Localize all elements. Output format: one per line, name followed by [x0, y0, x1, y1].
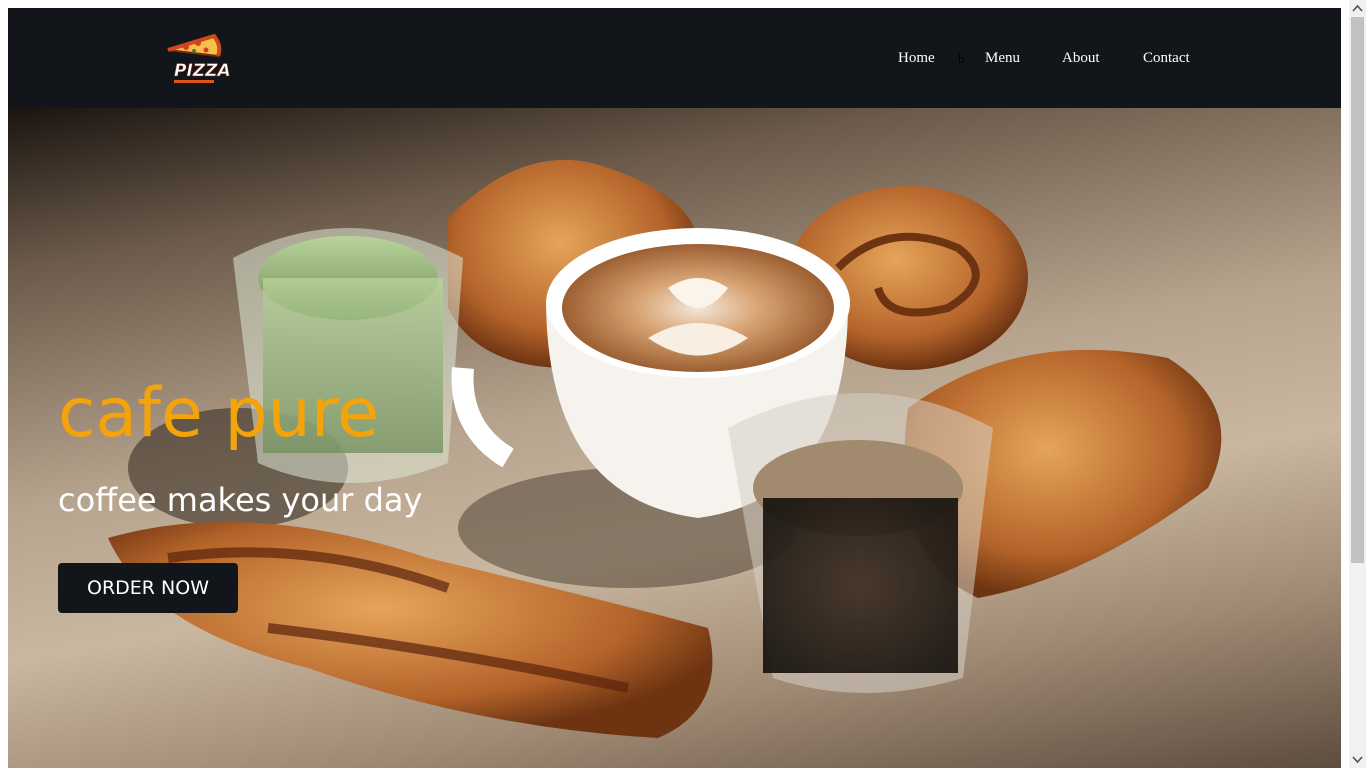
nav-stray-text: b — [958, 51, 965, 66]
main-nav: Home b Menu About Contact — [8, 8, 1341, 108]
hero-subtitle: coffee makes your day — [58, 481, 423, 519]
site-header: PIZZA Home b Menu About Contact — [8, 8, 1341, 108]
nav-link-menu[interactable]: Menu — [985, 49, 1020, 67]
hero-section: cafe pure coffee makes your day ORDER NO… — [8, 108, 1341, 768]
scrollbar-thumb[interactable] — [1351, 17, 1364, 563]
vertical-scrollbar[interactable] — [1349, 0, 1366, 768]
nav-link-contact[interactable]: Contact — [1143, 49, 1190, 67]
chevron-up-icon[interactable] — [1349, 0, 1366, 17]
nav-link-home[interactable]: Home — [898, 49, 935, 67]
nav-link-about[interactable]: About — [1062, 49, 1100, 67]
chevron-down-icon[interactable] — [1349, 751, 1366, 768]
page: PIZZA Home b Menu About Contact cafe pur… — [8, 8, 1341, 768]
order-now-button[interactable]: ORDER NOW — [58, 563, 238, 613]
hero-title: cafe pure — [58, 374, 380, 453]
